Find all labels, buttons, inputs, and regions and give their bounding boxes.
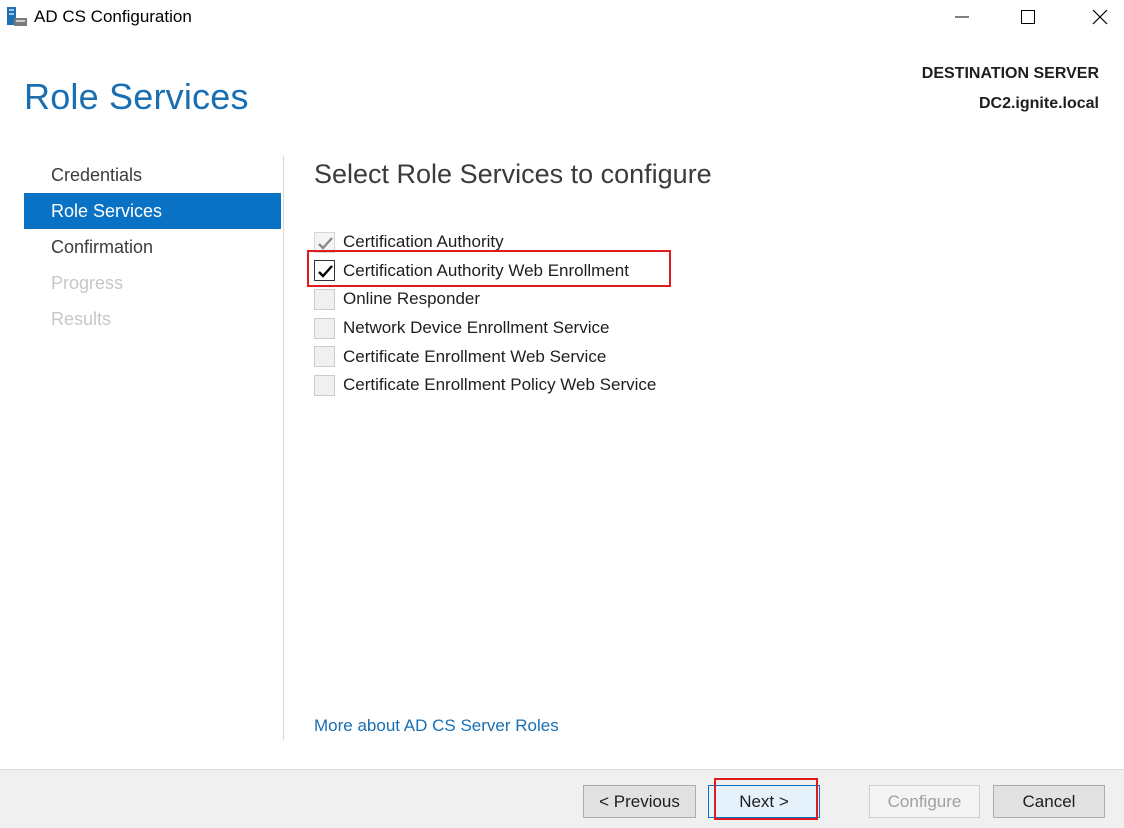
role-service-label: Certificate Enrollment Web Service bbox=[343, 346, 607, 366]
ndes-checkbox bbox=[314, 317, 335, 339]
close-button[interactable] bbox=[1064, 0, 1124, 34]
role-service-row: Network Device Enrollment Service bbox=[314, 314, 656, 343]
role-service-label: Online Responder bbox=[343, 289, 481, 309]
cert-enrollment-policy-web-service-checkbox bbox=[314, 374, 335, 396]
nav-item-progress: Progress bbox=[51, 273, 124, 293]
page-title: Role Services bbox=[24, 76, 249, 117]
minimize-icon bbox=[955, 16, 969, 18]
nav-item-confirmation[interactable]: Confirmation bbox=[24, 229, 281, 265]
role-service-label: Network Device Enrollment Service bbox=[343, 318, 610, 338]
nav-item-role-services[interactable]: Role Services bbox=[24, 193, 281, 229]
online-responder-checkbox bbox=[314, 288, 335, 310]
more-about-adcs-link[interactable]: More about AD CS Server Roles bbox=[314, 716, 559, 736]
window-title: AD CS Configuration bbox=[34, 7, 192, 26]
role-service-label: Certificate Enrollment Policy Web Servic… bbox=[343, 375, 657, 395]
maximize-button[interactable] bbox=[992, 0, 1064, 34]
nav-divider bbox=[283, 156, 284, 740]
maximize-icon bbox=[1021, 10, 1035, 24]
cancel-button[interactable]: Cancel bbox=[993, 785, 1105, 818]
close-icon bbox=[1092, 9, 1108, 25]
annotation-highlight-web-enrollment bbox=[307, 250, 671, 287]
adcs-server-icon bbox=[6, 6, 28, 28]
minimize-button[interactable] bbox=[926, 0, 998, 34]
title-bar: AD CS Configuration bbox=[0, 0, 1124, 34]
nav-item-credentials[interactable]: Credentials bbox=[24, 157, 281, 193]
role-service-row: Online Responder bbox=[314, 285, 656, 314]
configure-button: Configure bbox=[869, 785, 980, 818]
wizard-nav: Credentials Role Services Confirmation P… bbox=[24, 157, 281, 337]
nav-item-results: Results bbox=[51, 309, 112, 329]
annotation-highlight-next bbox=[714, 778, 818, 820]
destination-server-name: DC2.ignite.local bbox=[978, 95, 1099, 112]
destination-server-label: DESTINATION SERVER bbox=[921, 65, 1099, 82]
section-title: Select Role Services to configure bbox=[314, 159, 712, 189]
previous-button[interactable]: < Previous bbox=[583, 785, 696, 818]
cert-enrollment-web-service-checkbox bbox=[314, 346, 335, 368]
role-service-row: Certificate Enrollment Policy Web Servic… bbox=[314, 371, 656, 400]
role-service-row: Certificate Enrollment Web Service bbox=[314, 342, 656, 371]
